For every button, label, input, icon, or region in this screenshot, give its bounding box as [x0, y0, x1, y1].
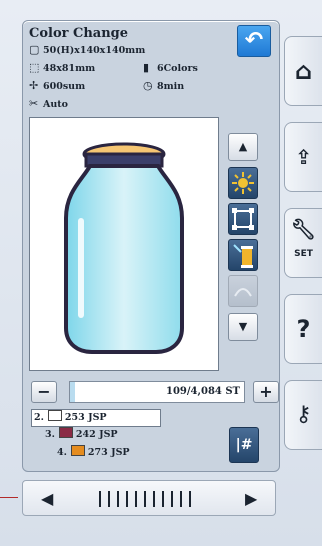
scroller-tick: [144, 491, 146, 507]
scroller-tick: [126, 491, 128, 507]
scroller-tick: [117, 491, 119, 507]
color-swatch: [47, 410, 62, 421]
stitch-progress-fill: [70, 382, 76, 402]
scroller-tick: [180, 491, 182, 507]
help-button[interactable]: ?: [284, 294, 322, 364]
scissors-icon: ✂: [29, 97, 39, 110]
shape-tool-button[interactable]: [228, 275, 258, 307]
color-list: 2. 253 JSP 3. 242 JSP 4. 273 JSP: [31, 405, 221, 469]
scroller-tick: [162, 491, 164, 507]
stitch-minus-button[interactable]: −: [31, 381, 57, 403]
color-swatch: [58, 427, 73, 438]
scroller-tick: [189, 491, 191, 507]
color-row-2[interactable]: 2. 253 JSP: [31, 409, 161, 427]
color-change-panel: Color Change ↶ ▢ 50(H)x140x140mm ⬚ 48x81mm…: [22, 20, 280, 472]
size-info: ⬚ 48x81mm: [29, 61, 96, 74]
thread-spool-icon: [233, 244, 253, 268]
sparkle-icon: [232, 172, 254, 194]
scroller-tick: [153, 491, 155, 507]
thread-tool-button[interactable]: [228, 239, 258, 271]
home-icon: ⌂: [294, 57, 313, 85]
settings-label: SET: [294, 249, 313, 259]
stitch-count-field: 109/4,084 ST: [69, 381, 245, 403]
export-button[interactable]: ⇪: [284, 122, 322, 192]
back-arrow-icon: ↶: [244, 28, 264, 53]
stitch-plus-button[interactable]: +: [253, 381, 279, 403]
size-icon: ⬚: [29, 61, 40, 74]
home-button[interactable]: ⌂: [284, 36, 322, 106]
screen: Color Change ↶ ▢ 50(H)x140x140mm ⬚ 48x81mm…: [0, 0, 322, 546]
scroll-right-icon[interactable]: ▶: [245, 489, 257, 508]
spool-icon: ▮: [143, 61, 150, 74]
color-count-info: ▮ 6Colors: [143, 61, 198, 74]
folder-export-icon: ⇪: [295, 145, 312, 169]
hoop-icon: ▢: [29, 43, 40, 56]
scroll-down-button[interactable]: ▼: [228, 313, 258, 341]
needle-icon: ✢: [29, 79, 39, 92]
frame-icon: [232, 208, 254, 230]
jump-to-stitch-button[interactable]: |#: [229, 427, 259, 463]
stitch-navigator: − 109/4,084 ST +: [31, 381, 279, 405]
scroller-tick: [99, 491, 101, 507]
color-swatch: [70, 445, 85, 456]
color-row-3[interactable]: 3. 242 JSP: [45, 427, 118, 445]
lock-button[interactable]: ⚷: [284, 380, 322, 450]
key-icon: ⚷: [295, 402, 312, 427]
wrench-icon: 🔧︎: [290, 217, 317, 241]
scroller-tick: [171, 491, 173, 507]
scroller-tick: [135, 491, 137, 507]
page-scroller[interactable]: ◀ ▶: [22, 480, 276, 516]
color-row-4[interactable]: 4. 273 JSP: [57, 445, 130, 463]
stitch-count-info: ✢ 600sum: [29, 79, 86, 92]
time-info: ◷ 8min: [143, 79, 185, 92]
back-button[interactable]: ↶: [237, 25, 271, 57]
mode-info: ✂ Auto: [29, 97, 69, 110]
page-title: Color Change: [29, 26, 129, 41]
hoop-info: ▢ 50(H)x140x140mm: [29, 43, 146, 56]
shape-icon: [234, 288, 252, 297]
jar-design-image: [64, 142, 184, 354]
question-icon: ?: [296, 315, 311, 343]
pointer-line: [0, 497, 18, 498]
scroll-left-icon[interactable]: ◀: [41, 489, 53, 508]
embroidery-preview: [29, 117, 219, 371]
frame-tool-button[interactable]: [228, 203, 258, 235]
scroll-up-button[interactable]: ▲: [228, 133, 258, 161]
scroller-tick: [108, 491, 110, 507]
stitch-count-value: 109/4,084 ST: [166, 386, 240, 397]
clock-icon: ◷: [143, 79, 153, 92]
highlight-tool-button[interactable]: [228, 167, 258, 199]
settings-button[interactable]: 🔧︎ SET: [284, 208, 322, 278]
